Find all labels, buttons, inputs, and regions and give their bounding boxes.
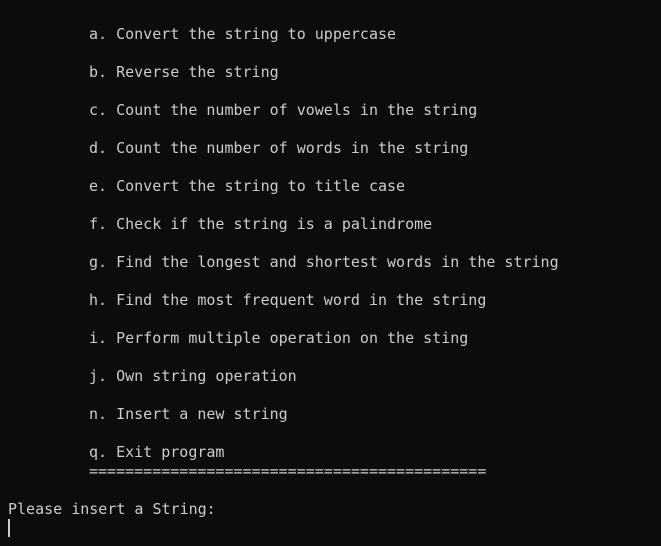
- menu-separator: ========================================…: [89, 462, 487, 480]
- menu-item-own-operation: j. Own string operation: [89, 367, 297, 385]
- input-prompt: Please insert a String:: [8, 500, 216, 518]
- menu-list: a. Convert the string to uppercase b. Re…: [89, 24, 559, 480]
- terminal-window[interactable]: a. Convert the string to uppercase b. Re…: [0, 0, 661, 546]
- text-cursor[interactable]: [8, 519, 10, 537]
- menu-item-reverse: b. Reverse the string: [89, 63, 279, 81]
- menu-item-uppercase: a. Convert the string to uppercase: [89, 25, 397, 43]
- menu-item-palindrome: f. Check if the string is a palindrome: [89, 215, 433, 233]
- menu-item-most-frequent: h. Find the most frequent word in the st…: [89, 291, 487, 309]
- menu-item-title-case: e. Convert the string to title case: [89, 177, 406, 195]
- menu-item-count-words: d. Count the number of words in the stri…: [89, 139, 469, 157]
- menu-item-insert-string: n. Insert a new string: [89, 405, 288, 423]
- menu-item-multiple-operation: i. Perform multiple operation on the sti…: [89, 329, 469, 347]
- menu-item-count-vowels: c. Count the number of vowels in the str…: [89, 101, 478, 119]
- menu-item-longest-shortest: g. Find the longest and shortest words i…: [89, 253, 559, 271]
